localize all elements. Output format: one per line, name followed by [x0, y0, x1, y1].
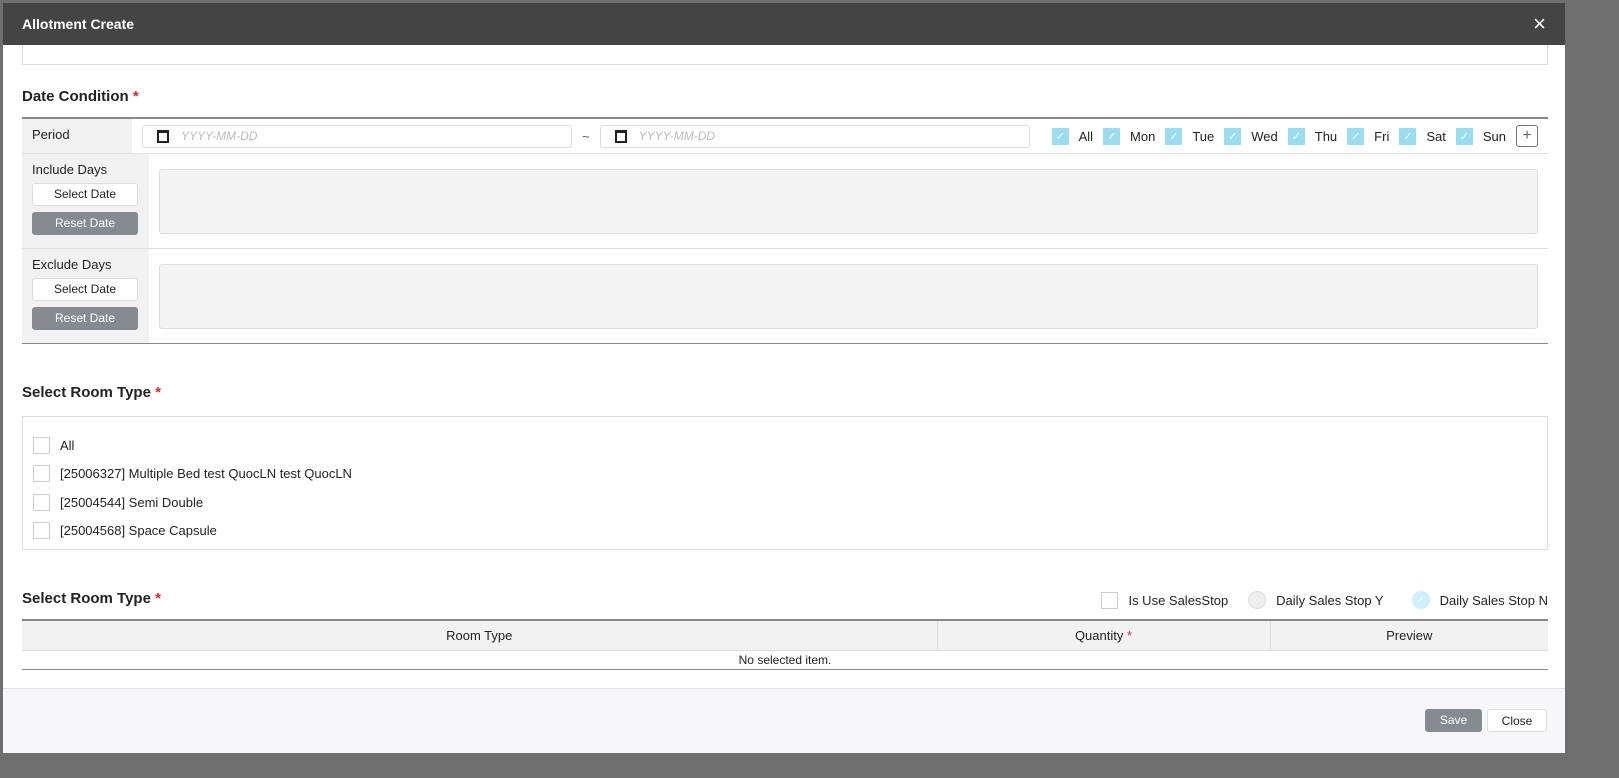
room-type-table-title: Select Room Type * — [22, 590, 161, 607]
day-label: Thu — [1314, 128, 1338, 144]
day-label: Wed — [1251, 128, 1278, 144]
checkbox-all[interactable]: ✓ — [1051, 127, 1069, 145]
select-room-type-title: Select Room Type * — [22, 384, 161, 401]
quantity-header: Quantity * — [937, 620, 1271, 651]
add-period-button[interactable]: + — [1516, 125, 1538, 147]
daily-sales-stop-n-label: Daily Sales Stop N — [1439, 592, 1548, 608]
daily-sales-stop-y-radio[interactable] — [1248, 591, 1267, 609]
day-label: Tue — [1192, 128, 1215, 144]
room-type-header: Room Type — [22, 620, 938, 651]
period-label: Period — [22, 119, 132, 153]
include-reset-date-button[interactable]: Reset Date — [32, 212, 138, 235]
day-label: All — [1078, 128, 1094, 144]
daily-sales-stop-y-label: Daily Sales Stop Y — [1276, 592, 1384, 608]
daily-sales-stop-n-radio[interactable]: ✓ — [1411, 591, 1430, 609]
include-days-label: Include Days — [32, 162, 108, 177]
checkbox-tue[interactable]: ✓ — [1165, 127, 1183, 145]
exclude-days-textarea[interactable] — [159, 263, 1538, 329]
allotment-create-modal: Allotment Create × Date Condition * Peri… — [3, 3, 1565, 753]
day-label: Sun — [1482, 128, 1506, 144]
is-use-salesstop-checkbox[interactable] — [1101, 591, 1119, 609]
date-separator: ~ — [582, 128, 590, 144]
checkbox-fri[interactable]: ✓ — [1347, 127, 1365, 145]
checkbox[interactable] — [33, 436, 50, 454]
modal-footer: Save Close — [3, 688, 1565, 753]
end-date-input[interactable]: YYYY-MM-DD — [599, 124, 1030, 148]
calendar-icon — [157, 129, 169, 143]
checkbox[interactable] — [33, 493, 50, 511]
checkbox-thu[interactable]: ✓ — [1287, 127, 1305, 145]
include-select-date-button[interactable]: Select Date — [32, 183, 138, 206]
checkbox[interactable] — [33, 522, 50, 540]
exclude-select-date-button[interactable]: Select Date — [32, 278, 138, 301]
room-type-table: Room Type Quantity * Preview No selected… — [22, 619, 1548, 670]
checkbox[interactable] — [33, 465, 50, 483]
close-icon[interactable]: × — [1533, 11, 1546, 37]
checkbox-sun[interactable]: ✓ — [1455, 127, 1473, 145]
room-type-list: All [25006327] Multiple Bed test QuocLN … — [22, 416, 1548, 550]
date-condition-title: Date Condition * — [22, 88, 139, 105]
modal-title: Allotment Create — [22, 16, 135, 32]
close-button[interactable]: Close — [1487, 709, 1547, 732]
weekday-checkboxes: ✓ All ✓ Mon ✓ Tue ✓ Wed ✓ Thu ✓ Fri ✓ Sat ✓ Sun … — [1051, 125, 1538, 147]
exclude-reset-date-button[interactable]: Reset Date — [32, 307, 138, 330]
room-type-item[interactable]: All — [33, 431, 1537, 460]
start-date-input[interactable]: YYYY-MM-DD — [142, 124, 572, 148]
save-button[interactable]: Save — [1425, 709, 1482, 732]
date-condition-table: Period YYYY-MM-DD ~ YYYY-MM-DD ✓ All ✓ Mon… — [22, 117, 1548, 344]
day-label: Sat — [1426, 128, 1446, 144]
calendar-icon — [614, 129, 627, 143]
day-label: Mon — [1130, 128, 1156, 144]
room-type-item[interactable]: [25006327] Multiple Bed test QuocLN test… — [33, 460, 1537, 489]
previous-section-box — [22, 45, 1548, 65]
include-days-textarea[interactable] — [159, 168, 1538, 234]
preview-header: Preview — [1270, 620, 1548, 651]
modal-header: Allotment Create × — [3, 3, 1565, 45]
empty-message: No selected item. — [738, 652, 832, 667]
is-use-salesstop-label: Is Use SalesStop — [1128, 592, 1229, 608]
room-type-item[interactable]: [25004568] Space Capsule — [33, 517, 1537, 546]
day-label: Fri — [1374, 128, 1390, 144]
room-type-item[interactable]: [25004544] Semi Double — [33, 488, 1537, 517]
checkbox-mon[interactable]: ✓ — [1103, 127, 1121, 145]
checkbox-sat[interactable]: ✓ — [1399, 127, 1417, 145]
checkbox-wed[interactable]: ✓ — [1224, 127, 1242, 145]
exclude-days-label: Exclude Days — [32, 257, 112, 272]
